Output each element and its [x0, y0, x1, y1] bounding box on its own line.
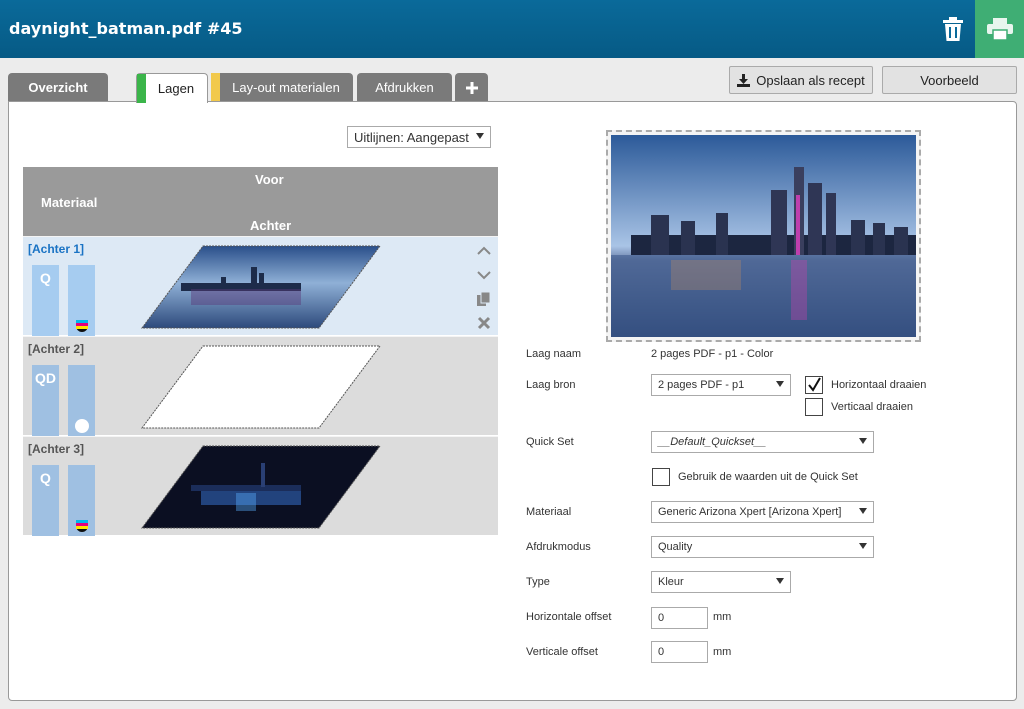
layer-row-achter-2[interactable]: [Achter 2] QD: [23, 336, 498, 436]
ink-column: [68, 465, 95, 536]
tab-color-swatch: [211, 73, 220, 102]
tab-color-swatch: [137, 74, 146, 103]
trash-icon: [943, 17, 963, 41]
horizontal-offset-unit: mm: [713, 611, 732, 623]
type-select[interactable]: Kleur: [651, 571, 791, 593]
header-voor: Voor: [255, 172, 284, 187]
laag-bron-value: 2 pages PDF - p1: [658, 379, 745, 391]
laag-bron-label: Laag bron: [526, 379, 576, 391]
chevron-down-icon: [859, 508, 867, 514]
printer-icon: [986, 18, 1013, 40]
preview-button[interactable]: Voorbeeld: [882, 66, 1017, 94]
copy-icon[interactable]: [476, 291, 492, 307]
align-select[interactable]: Uitlijnen: Aangepast: [347, 126, 491, 148]
vertical-offset-input[interactable]: 0: [651, 641, 708, 663]
preview-button-label: Voorbeeld: [920, 72, 979, 88]
materiaal-select[interactable]: Generic Arizona Xpert [Arizona Xpert]: [651, 501, 874, 523]
afdrukmodus-value: Quality: [658, 541, 693, 553]
chevron-down-icon: [776, 381, 784, 387]
ink-column: [68, 265, 95, 336]
tab-overzicht-label: Overzicht: [28, 80, 88, 95]
materiaal-label: Materiaal: [526, 506, 572, 518]
print-mode-badge: Q: [32, 465, 59, 536]
vertical-offset-value: 0: [658, 646, 665, 658]
print-button[interactable]: [975, 0, 1024, 58]
horizontal-flip-label: Horizontaal draaien: [831, 379, 927, 391]
horizontal-offset-input[interactable]: 0: [651, 607, 708, 629]
tab-layout-materialen-label: Lay-out materialen: [232, 80, 340, 95]
afdrukmodus-label: Afdrukmodus: [526, 541, 591, 553]
vertical-offset-label: Verticale offset: [526, 646, 598, 658]
layer-thumbnail: [141, 245, 381, 329]
layer-label: [Achter 2]: [28, 342, 85, 356]
tab-afdrukken-label: Afdrukken: [375, 80, 434, 95]
horizontal-flip-checkbox[interactable]: [805, 376, 823, 394]
chevron-down-icon: [776, 578, 784, 584]
cmyk-ink-icon: [76, 520, 88, 532]
horizontal-offset-label: Horizontale offset: [526, 611, 612, 623]
ink-column: [68, 365, 95, 436]
vertical-offset-unit: mm: [713, 646, 732, 658]
laag-naam-label: Laag naam: [526, 348, 582, 360]
header-achter: Achter: [250, 218, 292, 233]
plus-icon: [465, 81, 478, 94]
type-value: Kleur: [658, 576, 684, 588]
tab-lagen-label: Lagen: [157, 81, 195, 96]
cmyk-ink-icon: [76, 320, 88, 332]
layer-thumbnail: [141, 345, 381, 429]
quickset-label: Quick Set: [526, 436, 574, 448]
chevron-down-icon: [859, 543, 867, 549]
vertical-flip-checkbox[interactable]: [805, 398, 823, 416]
tab-afdrukken[interactable]: Afdrukken: [357, 73, 452, 102]
window-title: daynight_batman.pdf #45: [9, 19, 243, 38]
align-select-value: Uitlijnen: Aangepast: [354, 129, 469, 145]
materiaal-value: Generic Arizona Xpert [Arizona Xpert]: [658, 506, 842, 518]
move-down-icon[interactable]: [476, 267, 492, 283]
preview-image: [611, 135, 916, 337]
title-bar: daynight_batman.pdf #45: [0, 0, 1024, 58]
layer-label: [Achter 3]: [28, 442, 85, 456]
layer-row-achter-3[interactable]: [Achter 3] Q: [23, 436, 498, 536]
layers-header: Voor Materiaal Achter: [23, 167, 498, 236]
download-icon: [737, 73, 751, 87]
use-quickset-checkbox[interactable]: [652, 468, 670, 486]
white-ink-icon: [75, 419, 89, 433]
type-label: Type: [526, 576, 550, 588]
print-mode-badge: Q: [32, 265, 59, 336]
quickset-value: __Default_Quickset__: [658, 436, 767, 448]
delete-layer-icon[interactable]: [476, 315, 492, 331]
checkmark-icon: [808, 377, 821, 392]
layer-thumbnail: [141, 445, 381, 529]
layer-row-achter-1[interactable]: [Achter 1] Q: [23, 236, 498, 336]
print-mode-badge: QD: [32, 365, 59, 436]
quickset-select[interactable]: __Default_Quickset__: [651, 431, 874, 453]
use-quickset-label: Gebruik de waarden uit de Quick Set: [678, 471, 858, 483]
laag-bron-select[interactable]: 2 pages PDF - p1: [651, 374, 791, 396]
layer-preview: [606, 130, 921, 342]
chevron-down-icon: [476, 133, 484, 139]
save-as-recipe-label: Opslaan als recept: [756, 72, 865, 88]
tab-overzicht[interactable]: Overzicht: [8, 73, 108, 102]
delete-button[interactable]: [932, 0, 974, 58]
chevron-down-icon: [859, 438, 867, 444]
layer-label: [Achter 1]: [28, 242, 85, 256]
tab-lagen[interactable]: Lagen: [136, 73, 208, 103]
move-up-icon[interactable]: [476, 243, 492, 259]
vertical-flip-label: Verticaal draaien: [831, 401, 913, 413]
tab-layout-materialen[interactable]: Lay-out materialen: [211, 73, 353, 102]
horizontal-offset-value: 0: [658, 612, 665, 624]
header-materiaal: Materiaal: [41, 195, 98, 210]
afdrukmodus-select[interactable]: Quality: [651, 536, 874, 558]
add-tab-button[interactable]: [455, 73, 488, 102]
save-as-recipe-button[interactable]: Opslaan als recept: [729, 66, 873, 94]
laag-naam-value: 2 pages PDF - p1 - Color: [651, 348, 774, 360]
